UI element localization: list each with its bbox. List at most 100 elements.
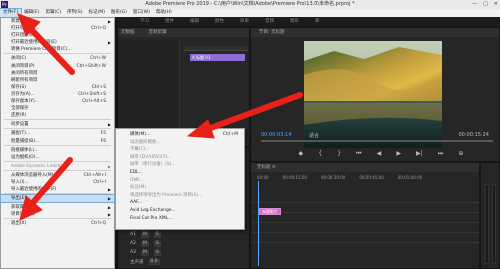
file-menu-item[interactable]: 转换 Premiere Clip 项目(C)... [1, 46, 114, 53]
maximize-icon[interactable]: □ [483, 0, 488, 9]
solo-button[interactable]: S [153, 231, 161, 238]
menu-file[interactable]: 文件(F) [0, 8, 23, 18]
playhead[interactable] [258, 181, 259, 266]
add-marker-icon[interactable]: ◆ [299, 150, 304, 160]
workspace-tab[interactable]: 图形 [290, 17, 299, 27]
mark-in-icon[interactable]: { [318, 150, 322, 160]
shortcut-label: Ctrl+Shift+S [78, 91, 106, 97]
file-menu-item-label: 保存副本(Y)... [11, 99, 39, 105]
file-menu-item-label: 设为脱机(O)... [11, 154, 40, 160]
file-menu-item[interactable]: 关闭所有项目 [1, 70, 114, 77]
file-menu-item[interactable]: 导入(I)... Ctrl+I [1, 179, 114, 186]
track-row[interactable] [251, 193, 481, 203]
menu-graphics[interactable]: 图形(G) [108, 9, 130, 17]
file-menu-item[interactable]: 退出(X) Ctrl+Q [1, 220, 114, 227]
file-menu-item[interactable]: 还原(R) [1, 112, 114, 119]
export-menu-item[interactable]: Avid Log Exchange... [116, 207, 244, 215]
file-menu-item[interactable]: 全部保存 [1, 105, 114, 112]
mute-button[interactable]: M [140, 249, 149, 256]
file-menu-item[interactable]: 打开团队项目... [1, 32, 114, 39]
menu-help[interactable]: 帮助(H) [153, 9, 175, 17]
audio-meter-left [485, 184, 489, 264]
timeline-ruler[interactable]: 00:00 00:00:15:00 00:00:30:00 00:00:45:0… [257, 175, 475, 183]
tab-metadata[interactable]: 元数据 [121, 28, 135, 37]
close-icon[interactable]: ✕ [494, 0, 498, 9]
export-menu-item[interactable]: Final Cut Pro XML... [116, 215, 244, 223]
file-menu-item[interactable]: 链接媒体(L)... [1, 147, 114, 154]
play-icon[interactable]: ▶ [396, 150, 401, 160]
button-editor-icon[interactable]: ⊕ [458, 150, 463, 160]
workspace-tab[interactable]: 音频 [265, 17, 274, 27]
minimize-icon[interactable]: — [472, 0, 477, 9]
file-menu-item[interactable]: 同步设置 ▶ [1, 121, 114, 128]
submenu-arrow-icon: ▶ [107, 19, 111, 24]
solo-button[interactable]: S [153, 240, 161, 247]
mute-button[interactable]: M [140, 231, 149, 238]
file-menu-item[interactable]: 保存副本(Y)... Ctrl+Alt+S [1, 98, 114, 105]
step-back-icon[interactable]: ◀ [377, 150, 382, 160]
program-timecode-current[interactable]: 00:00:03:14 [261, 132, 292, 138]
file-menu-item[interactable]: 刷新所有项目 [1, 77, 114, 84]
file-menu-item[interactable]: 捕捉(T)... F5 [1, 130, 114, 137]
export-menu-item[interactable]: AAF... [116, 199, 244, 207]
workspace-tab[interactable]: 编辑 [190, 17, 199, 27]
file-menu-item[interactable]: 关闭项目(P) Ctrl+Shift+W [1, 63, 114, 70]
file-menu-item[interactable]: 打开项目(O)... Ctrl+O [1, 25, 114, 32]
go-to-out-icon[interactable]: ⏭ [438, 150, 443, 160]
file-menu-item-label: 保存(S) [11, 84, 26, 90]
source-ruler[interactable] [184, 46, 248, 51]
track-header: 主声道 0.0 [130, 257, 250, 266]
menu-markers[interactable]: 标记(M) [86, 9, 108, 17]
program-title[interactable]: 节目: 无标题 [259, 28, 284, 37]
workspace-tab[interactable]: 组件 [165, 17, 174, 27]
submenu-arrow-icon: ▶ [107, 163, 111, 169]
source-clip-bar[interactable]: A 标题 01 [190, 54, 245, 61]
go-to-in-icon[interactable]: ⏮ [356, 150, 361, 160]
export-menu-item[interactable]: EDL... [116, 169, 244, 177]
workspace-tab[interactable]: 学习 [140, 17, 149, 27]
solo-button[interactable]: S [153, 249, 161, 256]
file-menu-item[interactable]: 保存(S) Ctrl+S [1, 84, 114, 91]
menu-sequence[interactable]: 序列(S) [64, 9, 85, 17]
file-menu-item[interactable]: 导出(E) ▶ [0, 194, 115, 204]
file-menu-item[interactable]: 项目设置(P) ▶ [1, 211, 114, 218]
mute-button[interactable]: M [140, 240, 149, 247]
file-menu-item[interactable]: 打开最近使用的内容(E) ▶ [1, 39, 114, 46]
file-menu-item[interactable]: 获取属性(G) ▶ [1, 204, 114, 211]
file-menu-item[interactable]: 新建(N) ▶ [1, 18, 114, 25]
export-menu-item[interactable]: 媒体(M)... Ctrl+M [116, 131, 244, 139]
master-volume[interactable]: 0.0 [148, 258, 160, 265]
step-forward-icon[interactable]: ▶| [416, 150, 423, 160]
submenu-arrow-icon: ▶ [107, 205, 111, 211]
export-menu-item-label: 磁带 (DV/HDV)(T)... [130, 154, 172, 160]
file-menu: 新建(N) ▶ 打开项目(O)... Ctrl+O 打开团队项目... 打开最近使用的内容… [0, 17, 115, 269]
track-name: A3 [130, 250, 136, 255]
track-row[interactable] [251, 203, 481, 213]
timeline-clip[interactable]: 标题影片 [259, 208, 281, 215]
program-scrubber[interactable] [261, 140, 493, 142]
timeline-header[interactable]: 无标题 ≡ [251, 163, 479, 172]
file-menu-item[interactable]: 导入最近使用的文件(F) ▶ [1, 186, 114, 193]
workspace-tab[interactable]: 颜色 [215, 17, 224, 27]
file-menu-item[interactable]: 设为脱机(O)... [1, 154, 114, 161]
menu-edit[interactable]: 编辑(E) [21, 9, 42, 17]
export-menu-item-label: Avid Log Exchange... [130, 207, 176, 213]
file-menu-item[interactable]: 批量捕捉(B)... F6 [1, 138, 114, 145]
file-menu-item[interactable]: 另存为(A)... Ctrl+Shift+S [1, 91, 114, 98]
track-row[interactable] [251, 213, 481, 223]
shortcut-label: Ctrl+Shift+W [76, 63, 107, 69]
track-row[interactable] [251, 223, 481, 233]
menu-window[interactable]: 窗口(W) [130, 9, 153, 17]
file-menu-item[interactable]: 关闭(C) Ctrl+W [1, 55, 114, 62]
mark-out-icon[interactable]: } [337, 150, 341, 160]
fit-dropdown[interactable]: 适合 [309, 132, 319, 139]
track-row[interactable] [251, 233, 481, 243]
file-menu-item[interactable]: 从媒体浏览器导入(M) Ctrl+Alt+I [1, 172, 114, 179]
menu-clip[interactable]: 剪辑(C) [42, 9, 64, 17]
tab-audio-clip[interactable]: 音频剪辑 [149, 28, 167, 37]
premiere-window: Pr Adobe Premiere Pro 2019 - C:\用户\Win\文… [0, 0, 500, 269]
workspace-tab[interactable]: 效果 [240, 17, 249, 27]
source-panel-header: 元数据 音频剪辑 [118, 28, 249, 37]
export-menu-item-label: 动态图形模板... [130, 139, 161, 145]
workspace-tab[interactable]: 库 [315, 17, 320, 27]
